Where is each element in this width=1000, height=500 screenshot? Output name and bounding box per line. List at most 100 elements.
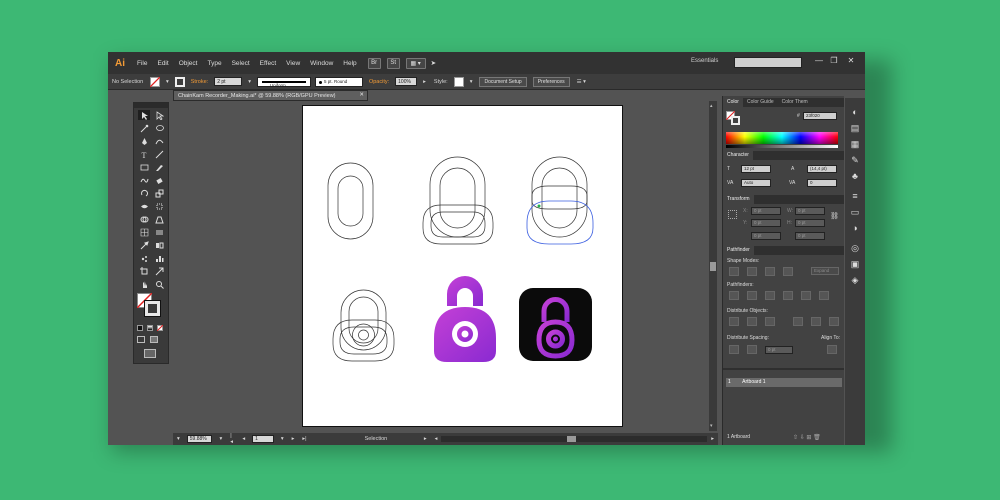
minimize-button[interactable]: — — [811, 56, 827, 68]
zoom-menu-icon[interactable]: ▾ — [173, 436, 184, 442]
screen-mode-icon[interactable] — [144, 349, 156, 358]
tab-color[interactable]: Color — [723, 98, 743, 107]
vertical-scroll-thumb[interactable] — [710, 262, 716, 271]
shaper-tool[interactable] — [138, 175, 150, 185]
style-dropdown[interactable]: ▾ — [466, 79, 477, 85]
gpu-rocket-icon[interactable]: ➤ — [426, 59, 441, 67]
magic-wand-tool[interactable] — [138, 123, 150, 133]
brush-definition[interactable]: 5 pt. Round — [314, 76, 363, 87]
scale-tool[interactable] — [153, 188, 165, 198]
zoom-field[interactable]: 59.88% — [186, 435, 213, 443]
menu-select[interactable]: Select — [227, 60, 255, 67]
last-artboard-button[interactable]: ▸| — [298, 436, 310, 442]
direct-selection-tool[interactable] — [153, 110, 165, 120]
stroke-weight-field[interactable]: 2 pt — [214, 77, 243, 86]
outline-button[interactable] — [801, 291, 811, 300]
scroll-down-icon[interactable]: ▾ — [710, 423, 713, 429]
eraser-tool[interactable] — [153, 175, 165, 185]
distribute-vcenter-button[interactable] — [747, 317, 757, 326]
artboard-dropdown[interactable]: ▾ — [277, 436, 288, 442]
close-button[interactable]: ✕ — [843, 56, 859, 68]
menu-view[interactable]: View — [281, 60, 305, 67]
arrange-documents-button[interactable]: ▦ ▾ — [405, 57, 426, 69]
hand-tool[interactable] — [138, 279, 150, 289]
pen-tool[interactable] — [138, 136, 150, 146]
minus-front-button[interactable] — [747, 267, 757, 276]
leading-field[interactable]: (14,4 pt) — [807, 165, 837, 173]
menu-effect[interactable]: Effect — [255, 60, 282, 67]
vertical-scrollbar[interactable]: ▴ ▾ — [709, 101, 717, 431]
tab-character[interactable]: Character — [723, 151, 753, 160]
distribute-bottom-button[interactable] — [765, 317, 775, 326]
blend-tool[interactable] — [153, 240, 165, 250]
h-field[interactable]: 0 pt — [795, 219, 825, 227]
status-menu-icon[interactable]: ▸ — [420, 436, 431, 442]
width-tool[interactable] — [138, 201, 150, 211]
stroke-weight-dropdown[interactable]: ▾ — [244, 79, 255, 85]
variable-width-profile[interactable]: Uniform — [256, 76, 311, 88]
style-swatch[interactable] — [453, 76, 464, 87]
menu-object[interactable]: Object — [174, 60, 203, 67]
graphic-styles-icon[interactable]: ▣ — [849, 258, 861, 270]
font-size-field[interactable]: 12 pt — [741, 165, 771, 173]
distribute-top-button[interactable] — [729, 317, 739, 326]
constrain-proportions-icon[interactable]: ⛓ — [830, 212, 839, 220]
symbols-icon[interactable]: ♣ — [849, 170, 861, 182]
perspective-tool[interactable] — [153, 214, 165, 224]
panel-menu-icon[interactable]: ☰ ▾ — [573, 79, 590, 85]
layers-icon[interactable]: ◈ — [849, 274, 861, 286]
merge-button[interactable] — [765, 291, 775, 300]
appearance-icon[interactable]: ◎ — [849, 242, 861, 254]
type-tool[interactable]: T — [138, 149, 150, 159]
graph-tool[interactable] — [153, 253, 165, 263]
tab-color-themes[interactable]: Color Them — [778, 98, 812, 107]
stroke-icon[interactable]: ≡ — [849, 190, 861, 202]
hscroll-right-icon[interactable]: ▸ — [707, 436, 718, 442]
slice-tool[interactable] — [153, 266, 165, 276]
distribute-hcenter-button[interactable] — [811, 317, 821, 326]
align-to-button[interactable] — [827, 345, 837, 354]
spacing-field[interactable]: 0 pt — [765, 346, 793, 354]
preferences-button[interactable]: Preferences — [532, 76, 570, 87]
grayscale-ramp[interactable] — [726, 145, 838, 148]
scroll-up-icon[interactable]: ▴ — [710, 103, 713, 109]
exclude-button[interactable] — [783, 267, 793, 276]
opacity-label[interactable]: Opacity: — [365, 79, 393, 85]
opacity-field[interactable]: 100% — [395, 77, 418, 86]
document-tab[interactable]: ChainKam Recorder_Making.ai* @ 59.88% (R… — [173, 90, 368, 101]
horizontal-scrollbar[interactable] — [441, 436, 708, 442]
gradient-icon[interactable]: ▭ — [849, 206, 861, 218]
crop-button[interactable] — [783, 291, 793, 300]
swatches-icon[interactable]: ▦ — [849, 138, 861, 150]
selection-tool[interactable] — [138, 110, 150, 120]
horizontal-scroll-thumb[interactable] — [567, 436, 577, 442]
unite-button[interactable] — [729, 267, 739, 276]
next-artboard-button[interactable]: ▸ — [288, 436, 299, 442]
stroke-label[interactable]: Stroke: — [187, 79, 212, 85]
free-transform-tool[interactable] — [153, 201, 165, 211]
distribute-hspace-button[interactable] — [747, 345, 757, 354]
fill-swatch[interactable] — [150, 76, 160, 87]
gradient-tool[interactable] — [153, 227, 165, 237]
color-spectrum[interactable] — [726, 132, 838, 144]
draw-mode-icon[interactable] — [137, 336, 145, 343]
rotate-tool[interactable] — [138, 188, 150, 198]
tab-transform[interactable]: Transform — [723, 195, 754, 204]
symbol-sprayer-tool[interactable] — [138, 253, 150, 263]
x-field[interactable]: 0 pt — [751, 207, 781, 215]
zoom-tool[interactable] — [153, 279, 165, 289]
divide-button[interactable] — [729, 291, 739, 300]
tracking-field[interactable]: 0 — [807, 179, 837, 187]
menu-edit[interactable]: Edit — [152, 60, 173, 67]
help-search-input[interactable] — [734, 57, 802, 68]
menu-window[interactable]: Window — [305, 60, 338, 67]
tools-panel-grip[interactable] — [134, 103, 168, 108]
distribute-right-button[interactable] — [829, 317, 839, 326]
opacity-dropdown[interactable]: ▸ — [419, 79, 430, 85]
intersect-button[interactable] — [765, 267, 775, 276]
prev-artboard-button[interactable]: ◂ — [238, 436, 249, 442]
reference-point-icon[interactable] — [728, 210, 737, 219]
tab-pathfinder[interactable]: Pathfinder — [723, 246, 754, 255]
minus-back-button[interactable] — [819, 291, 829, 300]
paintbrush-tool[interactable] — [153, 162, 165, 172]
